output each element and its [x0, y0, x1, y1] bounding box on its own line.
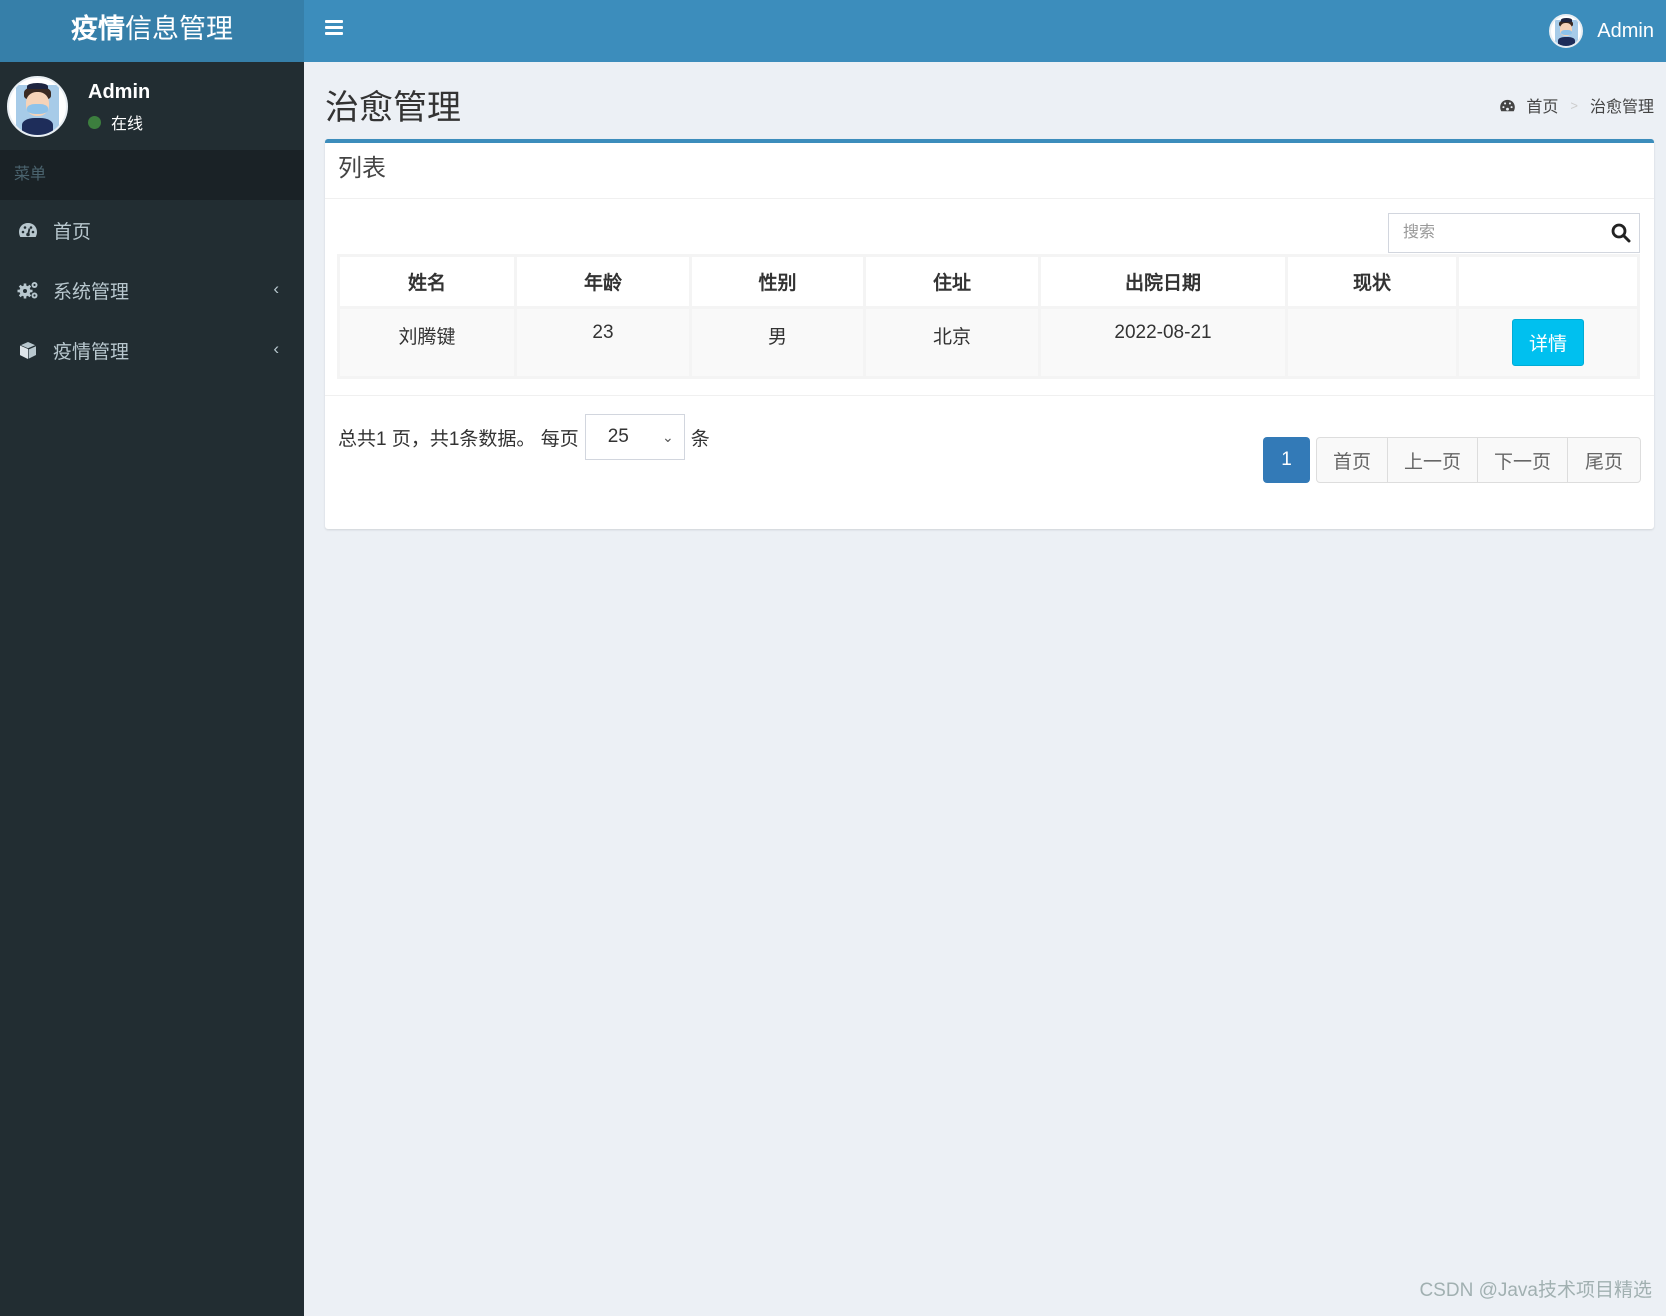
- user-menu[interactable]: Admin: [1549, 12, 1654, 50]
- cell-age: 23: [514, 306, 692, 379]
- page-button-current[interactable]: 1: [1263, 437, 1310, 483]
- pagination-nav-group: 首页 上一页 下一页 尾页: [1316, 437, 1641, 483]
- app-logo[interactable]: 疫情信息管理: [0, 0, 304, 62]
- top-navbar: Admin: [304, 0, 1666, 62]
- sidebar-item-label: 首页: [53, 221, 92, 243]
- breadcrumb-home-label: 首页: [1526, 99, 1559, 116]
- page-size-value: 25: [607, 426, 629, 447]
- column-header-actions: [1457, 254, 1640, 309]
- last-page-button[interactable]: 尾页: [1568, 438, 1640, 482]
- sidebar-item-epidemic[interactable]: 疫情管理 ‹: [0, 320, 304, 380]
- data-table: 姓名 年龄 性别 住址 出院日期 现状 刘腾键 23 男 北京 2022-08-…: [337, 254, 1640, 379]
- cell-discharge-date: 2022-08-21: [1038, 306, 1288, 379]
- sidebar-toggle-icon[interactable]: [325, 20, 343, 36]
- column-header-age[interactable]: 年龄: [514, 254, 692, 309]
- sidebar: Admin 在线 菜单 首页 系统管理 ‹ 疫情管理 ‹: [0, 62, 304, 1316]
- watermark: CSDN @Java技术项目精选: [1419, 1280, 1652, 1301]
- page-size-unit: 条: [690, 428, 710, 450]
- search-icon[interactable]: [1611, 223, 1631, 248]
- prev-page-button[interactable]: 上一页: [1388, 438, 1478, 482]
- cell-actions: 详情: [1456, 306, 1640, 379]
- search-field: [1388, 213, 1640, 253]
- dashboard-icon: [17, 219, 39, 241]
- column-header-discharge-date[interactable]: 出院日期: [1038, 254, 1288, 309]
- cell-address: 北京: [863, 306, 1041, 379]
- sidebar-item-label: 疫情管理: [53, 341, 130, 363]
- status-text: 在线: [111, 116, 144, 133]
- first-page-button[interactable]: 首页: [1317, 438, 1388, 482]
- column-header-gender[interactable]: 性别: [689, 254, 866, 309]
- sidebar-avatar: [7, 76, 68, 137]
- detail-button[interactable]: 详情: [1511, 319, 1584, 366]
- chevron-left-icon: ‹: [273, 279, 279, 298]
- column-header-name[interactable]: 姓名: [337, 254, 517, 309]
- nav-user-name: Admin: [1597, 19, 1654, 42]
- next-page-button[interactable]: 下一页: [1478, 438, 1568, 482]
- sidebar-user-name: Admin: [88, 81, 151, 103]
- column-header-status[interactable]: 现状: [1285, 254, 1459, 309]
- panel-title: 列表: [325, 143, 1654, 199]
- cube-icon: [17, 339, 39, 361]
- pagination-summary: 总共1 页，共1条数据。 每页: [338, 428, 579, 450]
- online-status-icon: [88, 115, 101, 129]
- dashboard-icon: [1500, 99, 1516, 111]
- sidebar-item-label: 系统管理: [53, 281, 130, 303]
- breadcrumb-current: 治愈管理: [1589, 99, 1654, 116]
- cogs-icon: [17, 279, 39, 301]
- page-size-select[interactable]: 25 ⌄: [584, 414, 685, 460]
- sidebar-item-system[interactable]: 系统管理 ‹: [0, 260, 304, 320]
- breadcrumb-home[interactable]: 首页: [1499, 93, 1558, 117]
- chevron-down-icon: ⌄: [661, 429, 674, 445]
- table-row: 刘腾键 23 男 北京 2022-08-21 详情: [337, 306, 1640, 379]
- breadcrumb-separator: >: [1570, 97, 1578, 113]
- page-title: 治愈管理: [325, 89, 461, 127]
- pagination-info: 总共1 页，共1条数据。 每页 25 ⌄ 条: [338, 414, 710, 460]
- footer-divider: [325, 395, 1654, 396]
- menu-header: 菜单: [0, 150, 304, 200]
- pagination: 1 首页 上一页 下一页 尾页: [1263, 437, 1641, 483]
- logo-text: 信息管理: [125, 14, 233, 44]
- cell-status: [1285, 306, 1459, 379]
- table-header-row: 姓名 年龄 性别 住址 出院日期 现状: [337, 254, 1640, 309]
- search-input[interactable]: [1389, 214, 1639, 252]
- breadcrumb: 首页 > 治愈管理: [1499, 93, 1654, 117]
- column-header-address[interactable]: 住址: [863, 254, 1041, 309]
- sidebar-item-home[interactable]: 首页: [0, 200, 304, 260]
- cell-gender: 男: [689, 306, 866, 379]
- avatar: [1549, 14, 1584, 48]
- logo-bold-text: 疫情: [71, 14, 125, 44]
- chevron-left-icon: ‹: [273, 339, 279, 358]
- cell-name: 刘腾键: [337, 306, 517, 379]
- list-panel: 列表 姓名 年龄 性别 住址 出院日期 现状 刘腾键 23 男 北京: [325, 139, 1654, 529]
- user-status: 在线: [88, 110, 143, 134]
- user-panel: Admin 在线: [0, 62, 304, 150]
